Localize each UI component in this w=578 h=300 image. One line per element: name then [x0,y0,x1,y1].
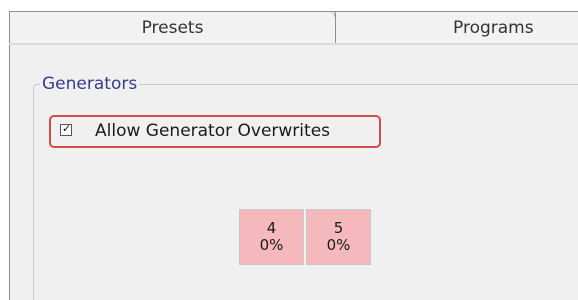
generator-number: 4 [266,219,277,237]
generator-percent: 0% [259,236,284,254]
panel-divider [9,43,578,45]
tab-presets-label: Presets [141,17,204,38]
allow-generator-overwrites-checkbox[interactable]: ✓ [60,122,72,136]
allow-generator-overwrites-label: Allow Generator Overwrites [95,121,331,141]
generator-tile[interactable]: 4 0% [239,209,304,265]
allow-generator-overwrites-option[interactable]: ✓ Allow Generator Overwrites [49,115,381,148]
tab-programs[interactable]: Programs [335,11,578,43]
checkmark-icon: ✓ [62,122,72,135]
generator-number: 5 [333,219,344,237]
generator-percent: 0% [326,236,351,254]
generators-group-title: Generators [40,74,140,94]
app-window: Presets Programs Generators ✓ Allow Gene… [0,0,578,300]
generator-tile[interactable]: 5 0% [306,209,371,265]
tab-presets[interactable]: Presets [9,11,335,43]
tab-programs-label: Programs [453,17,534,38]
